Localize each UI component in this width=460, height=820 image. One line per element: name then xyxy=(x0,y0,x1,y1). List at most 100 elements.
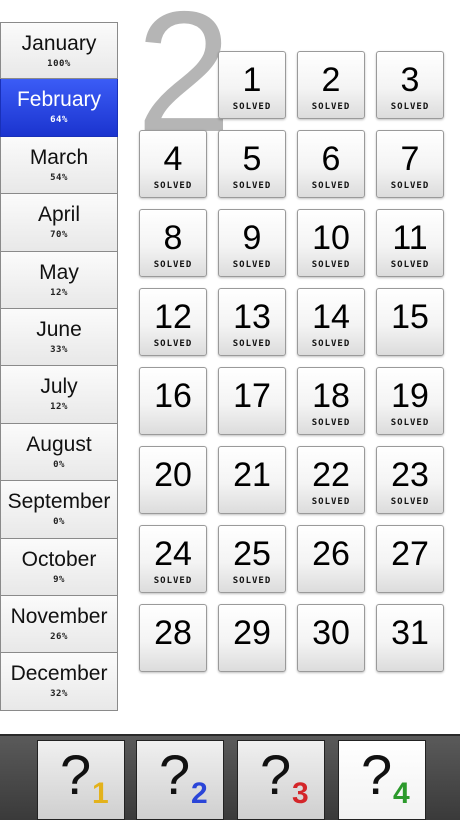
day-number: 3 xyxy=(400,61,420,99)
day-button-13[interactable]: 13 SOLVED xyxy=(218,288,286,356)
day-button-19[interactable]: 19 SOLVED xyxy=(376,367,444,435)
month-percent: 9% xyxy=(53,574,65,585)
month-item-june[interactable]: June 33% xyxy=(0,308,118,367)
month-list: January 100% February 64% March 54% April 70% Ma… xyxy=(0,22,118,711)
month-item-october[interactable]: October 9% xyxy=(0,538,118,596)
day-button-21[interactable]: 21 xyxy=(218,446,286,514)
day-button-12[interactable]: 12 SOLVED xyxy=(139,288,207,356)
day-button-27[interactable]: 27 xyxy=(376,525,444,593)
day-button-20[interactable]: 20 xyxy=(139,446,207,514)
day-button-5[interactable]: 5 SOLVED xyxy=(218,130,286,198)
day-button-8[interactable]: 8 SOLVED xyxy=(139,209,207,277)
day-number: 25 xyxy=(233,535,271,573)
month-name: August xyxy=(26,432,92,456)
day-number: 5 xyxy=(242,140,262,178)
day-button-23[interactable]: 23 SOLVED xyxy=(376,446,444,514)
month-percent: 0% xyxy=(53,459,65,470)
day-number: 20 xyxy=(154,456,192,494)
day-number: 11 xyxy=(392,219,428,257)
day-button-29[interactable]: 29 xyxy=(218,604,286,672)
level-tab-4[interactable]: ? 4 xyxy=(338,740,426,820)
day-number: 26 xyxy=(312,535,350,573)
solved-label: SOLVED xyxy=(311,102,351,112)
question-mark-icon: ? xyxy=(260,743,292,806)
day-button-4[interactable]: 4 SOLVED xyxy=(139,130,207,198)
month-name: April xyxy=(37,203,80,227)
day-button-30[interactable]: 30 xyxy=(297,604,365,672)
month-item-april[interactable]: April 70% xyxy=(0,194,118,252)
level-tab-3[interactable]: ? 3 xyxy=(237,740,325,820)
solved-label: SOLVED xyxy=(311,418,351,428)
day-button-9[interactable]: 9 SOLVED xyxy=(218,209,286,277)
day-button-16[interactable]: 16 xyxy=(139,367,207,435)
month-name: December xyxy=(10,662,108,686)
month-item-december[interactable]: December 32% xyxy=(0,653,118,711)
level-tab-2[interactable]: ? 2 xyxy=(136,740,224,820)
level-number: 4 xyxy=(393,777,410,810)
day-number: 24 xyxy=(154,535,192,573)
month-item-july[interactable]: July 12% xyxy=(0,366,118,424)
day-button-24[interactable]: 24 SOLVED xyxy=(139,525,207,593)
solved-label: SOLVED xyxy=(311,181,351,191)
day-button-3[interactable]: 3 SOLVED xyxy=(376,51,444,119)
day-button-7[interactable]: 7 SOLVED xyxy=(376,130,444,198)
day-button-28[interactable]: 28 xyxy=(139,604,207,672)
day-button-26[interactable]: 26 xyxy=(297,525,365,593)
day-number: 2 xyxy=(321,61,341,99)
month-item-january[interactable]: January 100% xyxy=(0,22,118,80)
day-button-25[interactable]: 25 SOLVED xyxy=(218,525,286,593)
month-item-march[interactable]: March 54% xyxy=(0,136,118,195)
month-name: February xyxy=(16,88,102,112)
day-button-22[interactable]: 22 SOLVED xyxy=(297,446,365,514)
month-name: January xyxy=(21,32,97,55)
day-button-1[interactable]: 1 SOLVED xyxy=(218,51,286,119)
day-number: 8 xyxy=(163,219,183,257)
day-number: 18 xyxy=(312,377,350,415)
month-item-november[interactable]: November 26% xyxy=(0,595,118,654)
day-button-14[interactable]: 14 SOLVED xyxy=(297,288,365,356)
level-tab-1[interactable]: ? 1 xyxy=(37,740,125,820)
day-button-11[interactable]: 11 SOLVED xyxy=(376,209,444,277)
month-name: October xyxy=(21,547,97,571)
day-button-10[interactable]: 10 SOLVED xyxy=(297,209,365,277)
month-percent: 64% xyxy=(50,115,68,126)
day-number: 10 xyxy=(312,219,350,257)
solved-label: SOLVED xyxy=(153,260,193,270)
day-number: 19 xyxy=(391,377,429,415)
month-item-september[interactable]: September 0% xyxy=(0,481,118,539)
month-name: March xyxy=(29,145,89,169)
month-percent: 33% xyxy=(50,344,68,355)
day-number: 21 xyxy=(233,456,271,494)
day-button-15[interactable]: 15 xyxy=(376,288,444,356)
day-number: 27 xyxy=(391,535,429,573)
month-item-august[interactable]: August 0% xyxy=(0,423,118,482)
day-button-2[interactable]: 2 SOLVED xyxy=(297,51,365,119)
day-number: 16 xyxy=(154,377,192,415)
question-mark-icon: ? xyxy=(361,743,393,806)
solved-label: SOLVED xyxy=(153,339,193,349)
month-item-february[interactable]: February 64% xyxy=(0,79,118,137)
day-button-6[interactable]: 6 SOLVED xyxy=(297,130,365,198)
level-tab-bar: ? 1? 2? 3? 4 xyxy=(0,734,460,820)
day-button-31[interactable]: 31 xyxy=(376,604,444,672)
day-number: 30 xyxy=(312,614,350,652)
month-name: November xyxy=(10,604,108,628)
solved-label: SOLVED xyxy=(390,102,430,112)
day-number: 1 xyxy=(242,61,262,99)
day-number: 12 xyxy=(154,298,192,336)
solved-label: SOLVED xyxy=(390,260,430,270)
day-number: 4 xyxy=(163,140,183,178)
solved-label: SOLVED xyxy=(311,260,351,270)
day-number: 17 xyxy=(233,377,271,415)
month-item-may[interactable]: May 12% xyxy=(0,251,118,309)
day-button-18[interactable]: 18 SOLVED xyxy=(297,367,365,435)
month-percent: 32% xyxy=(50,689,68,700)
solved-label: SOLVED xyxy=(232,339,272,349)
day-button-17[interactable]: 17 xyxy=(218,367,286,435)
solved-label: SOLVED xyxy=(153,576,193,586)
month-name: September xyxy=(7,490,111,514)
solved-label: SOLVED xyxy=(311,339,351,349)
solved-label: SOLVED xyxy=(311,497,351,507)
solved-label: SOLVED xyxy=(232,260,272,270)
day-number: 31 xyxy=(391,614,429,652)
